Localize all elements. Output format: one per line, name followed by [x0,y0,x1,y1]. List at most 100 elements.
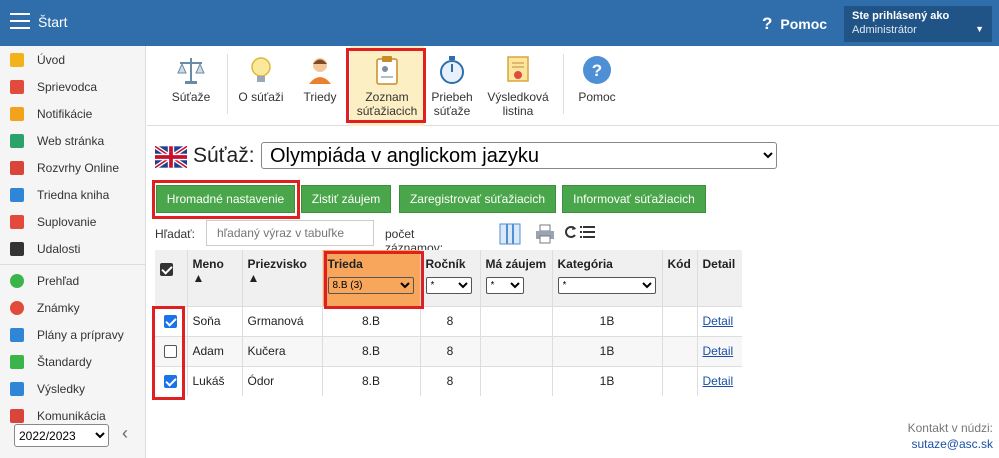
filter-zaujem[interactable]: * [485,277,524,294]
col-label: Meno [192,257,224,271]
contact: Kontakt v núdzi: sutaze@asc.sk [908,421,993,451]
detail-link[interactable]: Detail [703,344,734,358]
sidebar-item[interactable]: Notifikácie [0,100,145,127]
table-row: Adam Kučera 8.B 8 1B Detail [155,335,742,366]
timetable-icon [10,160,24,175]
collapse-sidebar-icon[interactable]: ‹ [122,423,128,444]
cell-priezvisko: Kučera [241,335,322,366]
cell-zaujem [479,305,552,336]
sidebar-item-label: Udalosti [37,241,81,256]
cell-kategoria: 1B [551,305,662,336]
wand-icon [10,79,24,94]
sidebar-item[interactable]: Prehľad [0,267,145,294]
register-button[interactable]: Zaregistrovať súťažiacich [399,185,556,213]
col-kategoria[interactable]: Kategória * [551,250,662,306]
sidebar-item-label: Notifikácie [37,106,93,121]
check-circle-icon [10,273,24,288]
inform-button[interactable]: Informovať súťažiacich [562,185,706,213]
col-detail: Detail [696,250,742,306]
sidebar-item-label: Známky [37,300,80,315]
sidebar-item[interactable]: Plány a prípravy [0,321,145,348]
sidebar-item-label: Sprievodca [37,79,98,94]
toolbar-label: Priebeh súťaže [431,90,473,118]
sidebar-item-label: Plány a prípravy [37,327,124,342]
sidebar-item[interactable]: Výsledky [0,375,145,402]
col-meno[interactable]: Meno ▲ [186,250,242,306]
cell-kod [661,335,697,366]
toolbar-label: Pomoc [578,90,616,104]
contact-email-link[interactable]: sutaze@asc.sk [908,437,993,451]
highlight-box [152,180,300,219]
app-title[interactable]: Štart [38,14,68,30]
star-icon [10,52,24,67]
col-label: Kategória [557,257,613,271]
sidebar-item-label: Web stránka [37,133,105,148]
cell-priezvisko: Grmanová [241,305,322,336]
book-icon [10,187,24,202]
caret-down-icon: ▼ [975,24,984,34]
toolbar-item-triedy[interactable]: Triedy [295,46,345,126]
sidebar-item[interactable]: Známky [0,294,145,321]
home-icon [10,133,24,148]
cell-kod [661,365,697,396]
table-row: Lukáš Ódor 8.B 8 1B Detail [155,365,742,396]
toolbar-label: Súťaže [171,90,211,104]
sidebar-item-label: Rozvrhy Online [37,160,120,175]
col-ma-zaujem[interactable]: Má záujem * [479,250,552,306]
refresh-list-icon[interactable] [563,224,595,240]
detail-link[interactable]: Detail [703,314,734,328]
search-input[interactable] [206,220,374,246]
col-priezvisko[interactable]: Priezvisko ▲ [241,250,322,306]
sidebar-item[interactable]: Web stránka [0,127,145,154]
sidebar-item[interactable]: Úvod [0,46,145,73]
shield-icon [10,354,24,369]
top-bar: Štart ? Pomoc Ste prihlásený ako Administ… [0,0,999,46]
toolbar-item-sutaze[interactable]: Súťaže [165,46,217,126]
person-icon [10,214,24,229]
cell-kategoria: 1B [551,365,662,396]
toolbar-item-pomoc[interactable]: ? Pomoc [571,46,623,126]
toolbar-item-o-sutazi[interactable]: O súťaži [233,46,289,126]
cell-detail: Detail [696,365,742,396]
help-icon: ? [583,56,611,84]
sidebar-item[interactable]: Suplovanie [0,208,145,235]
menu-icon[interactable] [10,13,30,31]
sidebar-item[interactable]: Rozvrhy Online [0,154,145,181]
filter-rocnik[interactable]: * [425,277,472,294]
cell-meno: Lukáš [186,365,242,396]
sidebar-item[interactable]: Štandardy [0,348,145,375]
help-link[interactable]: ? Pomoc [762,14,827,34]
competition-label: Súťaž: [193,144,255,167]
school-year-select[interactable]: 2022/2023 [14,424,109,447]
detail-link[interactable]: Detail [703,374,734,388]
find-interest-button[interactable]: Zistiť záujem [301,185,391,213]
user-menu[interactable]: Ste prihlásený ako Administrátor ▼ [844,6,992,42]
help-label: Pomoc [780,16,828,32]
sidebar-item[interactable]: Udalosti [0,235,145,262]
columns-icon[interactable] [499,223,521,245]
toolbar-item-vysledkova[interactable]: Výsledková listina [483,46,553,126]
cell-trieda: 8.B [321,365,420,396]
sidebar-item[interactable]: Sprievodca [0,73,145,100]
toolbar-item-priebeh[interactable]: Priebeh súťaže [427,46,477,126]
col-kod[interactable]: Kód [661,250,697,306]
question-icon: ? [762,14,773,33]
cell-meno: Soňa [186,305,242,336]
sidebar-item-label: Štandardy [37,354,92,369]
sort-asc-icon: ▲ [247,271,260,285]
sidebar-item-label: Suplovanie [37,214,97,229]
filter-kategoria[interactable]: * [557,277,656,294]
toolbar-label: O súťaži [238,90,284,104]
print-icon[interactable] [535,224,555,244]
chat-icon [10,408,24,423]
cell-rocnik: 8 [419,335,480,366]
cell-detail: Detail [696,335,742,366]
competition-select[interactable]: Olympiáda v anglickom jazyku [261,142,777,169]
student-icon [309,58,331,84]
cell-rocnik: 8 [419,365,480,396]
col-rocnik[interactable]: Ročník * [419,250,480,306]
sidebar: Úvod Sprievodca Notifikácie Web stránka Rozv… [0,46,146,458]
select-all-checkbox[interactable] [160,263,173,277]
sidebar-item[interactable]: Triedna kniha [0,181,145,208]
select-all-checkbox-cell[interactable] [155,250,187,306]
